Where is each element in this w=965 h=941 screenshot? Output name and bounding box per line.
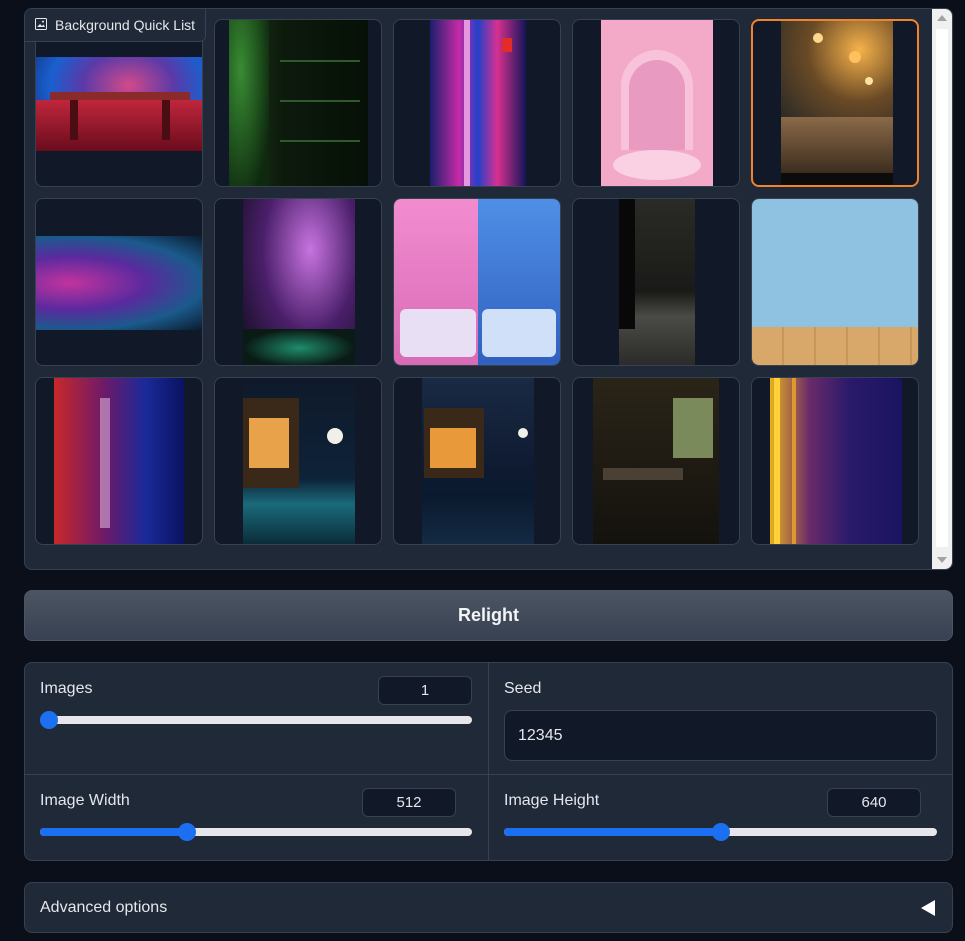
scroll-down-arrow-icon[interactable] bbox=[937, 557, 947, 563]
gallery-scrollbar[interactable] bbox=[932, 9, 952, 569]
advanced-options-label: Advanced options bbox=[40, 898, 168, 916]
image-height-slider-knob[interactable] bbox=[711, 823, 730, 841]
thumbnail-dark-restaurant[interactable] bbox=[572, 377, 740, 545]
images-slider-knob[interactable] bbox=[40, 711, 58, 729]
collapse-triangle-icon[interactable] bbox=[921, 900, 935, 916]
image-width-label: Image Width bbox=[40, 792, 130, 809]
image-height-slider[interactable] bbox=[504, 823, 937, 841]
image-width-slider-knob[interactable] bbox=[177, 823, 196, 841]
image-height-number-input[interactable]: 640 bbox=[827, 788, 921, 817]
relight-button[interactable]: Relight bbox=[24, 590, 953, 641]
row-divider bbox=[25, 774, 952, 775]
scroll-up-arrow-icon[interactable] bbox=[937, 15, 947, 21]
thumbnail-pink-blue-bedroom[interactable] bbox=[393, 198, 561, 366]
thumbnail-bokeh-wooden-table[interactable] bbox=[751, 19, 919, 187]
thumbnail-grid bbox=[35, 19, 919, 545]
image-height-slider-fill bbox=[504, 828, 721, 836]
image-width-slider[interactable] bbox=[40, 823, 472, 841]
thumbnail-red-table-blue-light[interactable] bbox=[35, 19, 203, 187]
thumbnail-neon-city-street[interactable] bbox=[393, 19, 561, 187]
image-width-slider-fill bbox=[40, 828, 187, 836]
thumbnail-blue-wall-wood-floor[interactable] bbox=[751, 198, 919, 366]
thumbnail-pink-arch-podium[interactable] bbox=[572, 19, 740, 187]
seed-label: Seed bbox=[504, 680, 542, 697]
gallery-label-text: Background Quick List bbox=[55, 17, 196, 33]
thumbnail-neon-city-aerial[interactable] bbox=[751, 377, 919, 545]
thumbnail-green-dungeon-shelves[interactable] bbox=[214, 19, 382, 187]
seed-input[interactable]: 12345 bbox=[504, 710, 937, 761]
gallery-label: Background Quick List bbox=[25, 9, 207, 42]
advanced-options-accordion[interactable]: Advanced options bbox=[24, 882, 953, 933]
thumbnail-villa-pool-moon[interactable] bbox=[214, 377, 382, 545]
images-slider[interactable] bbox=[40, 711, 472, 729]
thumbnail-dark-concrete-room[interactable] bbox=[572, 198, 740, 366]
image-width-number-input[interactable]: 512 bbox=[362, 788, 456, 817]
background-gallery: Background Quick List bbox=[24, 8, 953, 570]
image-height-label: Image Height bbox=[504, 792, 600, 809]
column-divider bbox=[488, 663, 489, 860]
image-icon bbox=[35, 17, 47, 33]
images-number-input[interactable]: 1 bbox=[378, 676, 472, 705]
settings-panel: Images 1 Seed 12345 Image Width 512 Imag… bbox=[24, 662, 953, 861]
thumbnail-neon-skyscraper-street[interactable] bbox=[35, 377, 203, 545]
thumbnail-spotlight-smoke-stage[interactable] bbox=[214, 198, 382, 366]
scroll-thumb[interactable] bbox=[936, 29, 948, 547]
thumbnail-purple-smoke-gradient[interactable] bbox=[35, 198, 203, 366]
images-label: Images bbox=[40, 680, 93, 697]
thumbnail-gazebo-water-night[interactable] bbox=[393, 377, 561, 545]
